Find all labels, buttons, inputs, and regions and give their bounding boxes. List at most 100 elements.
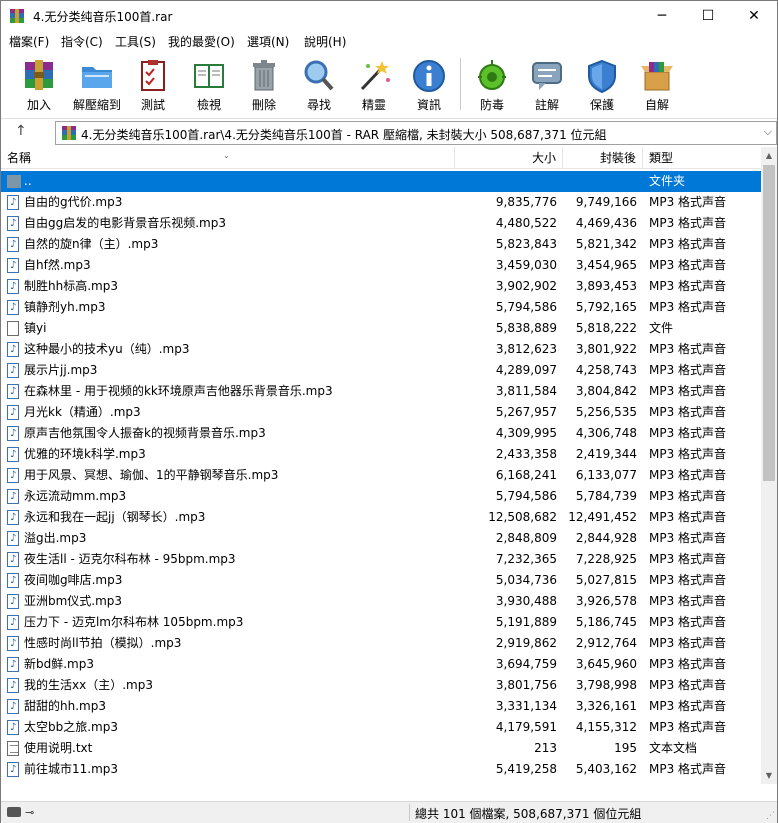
menu-commands[interactable]: 指令(C): [61, 33, 103, 50]
scroll-thumb[interactable]: [763, 165, 775, 481]
file-row[interactable]: ♪ 自由的g代价.mp3 9,835,776 9,749,166 MP3 格式声音: [1, 192, 761, 213]
chevron-down-icon[interactable]: ⌵: [764, 125, 772, 139]
column-size[interactable]: 大小: [455, 147, 563, 169]
comment-label: 註解: [534, 98, 559, 112]
file-size: 5,191,889: [495, 615, 557, 629]
file-size: 5,267,957: [495, 405, 557, 419]
column-name[interactable]: 名稱 ⌄: [1, 147, 455, 169]
virus-scan-button[interactable]: 防毒: [464, 56, 520, 114]
file-row[interactable]: ♪ 原声吉他氛围令人振奋k的视频背景音乐.mp3 4,309,995 4,306,74…: [1, 423, 761, 444]
sfx-button[interactable]: 自解: [629, 56, 685, 114]
view-button[interactable]: 檢視: [181, 56, 237, 114]
file-row[interactable]: ♪ 新bd鲜.mp3 3,694,759 3,645,960 MP3 格式声音: [1, 654, 761, 675]
file-size: 9,835,776: [495, 195, 557, 209]
resize-grip-icon[interactable]: ⋰: [766, 811, 775, 821]
file-row[interactable]: ♪ 这种最小的技术yu（纯）.mp3 3,812,623 3,801,922 MP3 格…: [1, 339, 761, 360]
file-row[interactable]: ♪ 展示片jj.mp3 4,289,097 4,258,743 MP3 格式声音: [1, 360, 761, 381]
file-row[interactable]: ♪ 亚洲bm仪式.mp3 3,930,488 3,926,578 MP3 格式声音: [1, 591, 761, 612]
file-row[interactable]: ♪ 优雅的环境k科学.mp3 2,433,358 2,419,344 MP3 格式声音: [1, 444, 761, 465]
add-button[interactable]: 加入: [11, 56, 67, 114]
audio-file-icon: ♪: [7, 552, 19, 567]
protect-button[interactable]: 保護: [574, 56, 630, 114]
file-packed-size: 3,804,842: [575, 384, 637, 398]
file-row[interactable]: ♪ 压力下 - 迈克lm尔科布林 105bpm.mp3 5,191,889 5,186…: [1, 612, 761, 633]
winrar-window: 4.无分类纯音乐100首.rar ─ ☐ ✕ 檔案(F) 指令(C) 工具(S)…: [0, 0, 778, 823]
file-name: 镇yi: [24, 321, 47, 335]
up-folder-icon[interactable]: ↑: [15, 123, 27, 139]
file-row[interactable]: ♪ 自hf然.mp3 3,459,030 3,454,965 MP3 格式声音: [1, 255, 761, 276]
file-row[interactable]: ♪ 制胜hh标高.mp3 3,902,902 3,893,453 MP3 格式声音: [1, 276, 761, 297]
file-type: MP3 格式声音: [649, 447, 727, 461]
menu-options[interactable]: 選項(N): [247, 33, 289, 50]
find-button[interactable]: 尋找: [291, 56, 347, 114]
menu-help[interactable]: 說明(H): [304, 33, 346, 50]
file-size: 3,902,902: [495, 279, 557, 293]
file-row[interactable]: 使用说明.txt 213 195 文本文档: [1, 738, 761, 759]
path-combobox[interactable]: 4.无分类纯音乐100首.rar\4.无分类纯音乐100首 - RAR 壓縮檔,…: [55, 121, 777, 145]
file-packed-size: 7,228,925: [575, 552, 637, 566]
file-row[interactable]: ♪ 我的生活xx（主）.mp3 3,801,756 3,798,998 MP3 格式声音: [1, 675, 761, 696]
file-packed-size: 3,326,161: [575, 699, 637, 713]
file-row[interactable]: ♪ 前往城市11.mp3 5,419,258 5,403,162 MP3 格式声音: [1, 759, 761, 780]
music-note-icon: ♪: [10, 218, 17, 229]
file-row[interactable]: ♪ 性感时尚ll节拍（模拟）.mp3 2,919,862 2,912,764 MP3 格…: [1, 633, 761, 654]
parent-folder-row[interactable]: .. 文件夹: [1, 171, 761, 192]
maximize-button[interactable]: ☐: [685, 1, 731, 31]
close-button[interactable]: ✕: [731, 1, 777, 31]
minimize-button[interactable]: ─: [639, 1, 685, 31]
file-row[interactable]: ♪ 镇静剂yh.mp3 5,794,586 5,792,165 MP3 格式声音: [1, 297, 761, 318]
audio-file-icon: ♪: [7, 342, 19, 357]
file-row[interactable]: ♪ 在森林里 - 用于视频的kk环境原声吉他器乐背景音乐.mp3 3,811,584…: [1, 381, 761, 402]
menu-favorites[interactable]: 我的最愛(O): [168, 33, 235, 50]
virus-scan-label: 防毒: [479, 98, 504, 112]
scroll-up-icon[interactable]: ▲: [761, 147, 777, 164]
menu-file[interactable]: 檔案(F): [9, 33, 49, 50]
column-packed[interactable]: 封裝後: [563, 147, 643, 169]
file-row[interactable]: ♪ 月光kk（精通）.mp3 5,267,957 5,256,535 MP3 格式声音: [1, 402, 761, 423]
audio-file-icon: ♪: [7, 657, 19, 672]
file-row[interactable]: ♪ 永远和我在一起jj（钢琴长）.mp3 12,508,682 12,491,452 M…: [1, 507, 761, 528]
file-row[interactable]: 镇yi 5,838,889 5,818,222 文件: [1, 318, 761, 339]
file-row[interactable]: ♪ 夜间咖g啡店.mp3 5,034,736 5,027,815 MP3 格式声音: [1, 570, 761, 591]
file-row[interactable]: ♪ 夜生活ll - 迈克尔科布林 - 95bpm.mp3 7,232,365 7,22…: [1, 549, 761, 570]
file-packed-size: 3,801,922: [575, 342, 637, 356]
file-name: 使用说明.txt: [24, 741, 93, 755]
file-row[interactable]: ♪ 永远流动mm.mp3 5,794,586 5,784,739 MP3 格式声音: [1, 486, 761, 507]
window-title: 4.无分类纯音乐100首.rar: [33, 10, 173, 24]
file-size: 4,480,522: [495, 216, 557, 230]
file-size: 2,433,358: [495, 447, 557, 461]
file-row[interactable]: ♪ 甜甜的hh.mp3 3,331,134 3,326,161 MP3 格式声音: [1, 696, 761, 717]
drive-icon[interactable]: [7, 807, 21, 817]
wizard-button[interactable]: 精靈: [346, 56, 402, 114]
file-row[interactable]: ♪ 用于风景、冥想、瑜伽、1的平静钢琴音乐.mp3 6,168,241 6,133,0…: [1, 465, 761, 486]
file-row[interactable]: ♪ 自然的旋n律（主）.mp3 5,823,843 5,821,342 MP3 格式声音: [1, 234, 761, 255]
delete-button[interactable]: 刪除: [236, 56, 292, 114]
file-packed-size: 5,403,162: [575, 762, 637, 776]
info-button[interactable]: 資訊: [401, 56, 457, 114]
file-row[interactable]: ♪ 自由gg启发的电影背景音乐视频.mp3 4,480,522 4,469,436 MP…: [1, 213, 761, 234]
comment-button[interactable]: 註解: [519, 56, 575, 114]
file-name: 自由的g代价.mp3: [24, 195, 123, 209]
close-icon: ✕: [748, 8, 760, 24]
test-button[interactable]: 測試: [125, 56, 181, 114]
wizard-label: 精靈: [361, 98, 386, 112]
audio-file-icon: ♪: [7, 216, 19, 231]
file-row[interactable]: ♪ 溢g出.mp3 2,848,809 2,844,928 MP3 格式声音: [1, 528, 761, 549]
folder-extract-icon: [82, 67, 112, 88]
file-type: MP3 格式声音: [649, 363, 727, 377]
column-type[interactable]: 類型: [643, 147, 761, 169]
key-icon[interactable]: ⊸: [25, 806, 34, 819]
file-row[interactable]: ♪ 太空bb之旅.mp3 4,179,591 4,155,312 MP3 格式声音: [1, 717, 761, 738]
protect-label: 保護: [589, 98, 614, 112]
column-header: 名稱 ⌄ 大小 封裝後 類型: [1, 147, 761, 169]
extract-to-button[interactable]: 解壓縮到: [69, 56, 125, 114]
file-type: MP3 格式声音: [649, 531, 727, 545]
info-label: 資訊: [416, 98, 441, 112]
music-note-icon: ♪: [10, 407, 17, 418]
scroll-down-icon[interactable]: ▼: [761, 767, 777, 784]
file-name: ..: [24, 174, 32, 188]
file-packed-size: 5,027,815: [575, 573, 637, 587]
audio-file-icon: ♪: [7, 699, 19, 714]
menu-tools[interactable]: 工具(S): [115, 33, 156, 50]
vertical-scrollbar[interactable]: ▲ ▼: [761, 147, 777, 784]
